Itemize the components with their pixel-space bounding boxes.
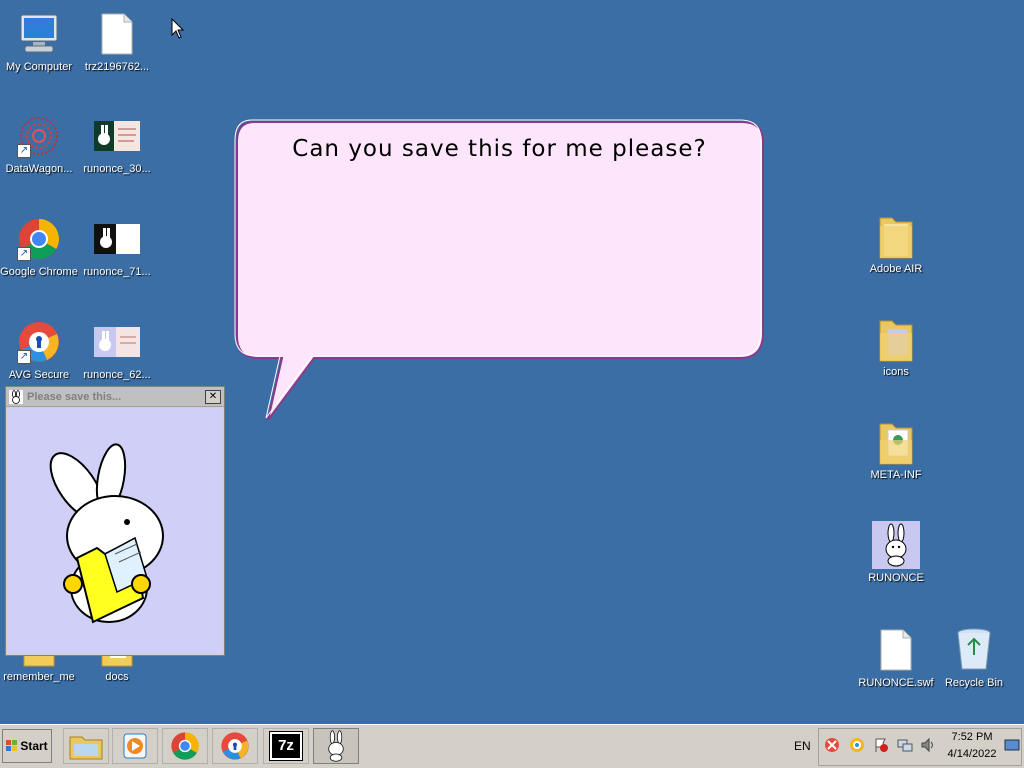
desktop-icon-label: DataWagon... [5,163,73,175]
chrome-icon: ↗ [15,215,63,263]
desktop-icon-label: icons [883,366,909,378]
desktop-icon-runonce-30[interactable]: runonce_30... [78,112,156,176]
recycle-bin-icon [950,626,998,674]
speech-bubble: Can you save this for me please? [232,118,767,428]
7zip-icon: 7z [269,731,303,761]
folder-icon [872,212,920,260]
desktop-icon-runonce-62[interactable]: runonce_62... [78,318,156,382]
taskbar-7zip[interactable]: 7z [263,728,309,764]
desktop-icon-adobe-air[interactable]: Adobe AIR [857,212,935,276]
window-content [7,408,223,654]
folder-icon [872,418,920,466]
desktop-icon-label: Adobe AIR [869,263,923,275]
volume-icon[interactable] [920,737,936,753]
desktop-icon-label: runonce_30... [83,163,151,175]
avg-tray-icon[interactable] [824,737,840,753]
desktop-icon-label: docs [105,671,129,683]
folder-icon [872,315,920,363]
desktop-icon-runonce-swf[interactable]: RUNONCE.swf [857,626,935,690]
window-titlebar[interactable]: Please save this... ✕ [6,387,224,407]
desktop-icon-icons-folder[interactable]: icons [857,315,935,379]
close-button[interactable]: ✕ [205,389,221,404]
bunny-app-icon [328,730,344,762]
desktop-icon-avg-secure[interactable]: ↗ AVG Secure [0,318,78,382]
window-title: Please save this... [27,390,122,403]
speech-bubble-text: Can you save this for me please? [292,136,707,162]
start-label: Start [20,739,48,753]
taskbar: Start 7z EN 7:52 PM 4/14/2022 [0,724,1024,768]
network-icon[interactable] [897,737,913,753]
desktop-icon-datawagon[interactable]: ↗ DataWagon... [0,112,78,176]
shortcut-arrow-icon: ↗ [17,350,31,364]
desktop-icon-google-chrome[interactable]: ↗ Google Chrome [0,215,78,279]
desktop-icon-label: runonce_62... [83,369,151,381]
show-desktop-icon[interactable] [1004,737,1020,753]
action-center-flag-icon[interactable] [873,737,889,753]
datawagon-icon: ↗ [15,112,63,160]
7zip-icon-label: 7z [278,737,294,754]
media-player-icon [123,733,147,759]
shortcut-arrow-icon: ↗ [17,144,31,158]
bunny-holding-folder-illustration [49,443,164,624]
clock-date[interactable]: 4/14/2022 [940,748,1004,760]
start-button[interactable]: Start [2,729,52,763]
image-thumb-icon [93,215,141,263]
desktop-icon-label: META-INF [870,469,922,481]
taskbar-avg-secure[interactable] [212,728,258,764]
language-indicator[interactable]: EN [794,739,811,753]
desktop-icon-label: AVG Secure [8,369,70,381]
file-explorer-icon [69,736,103,760]
avg-icon [221,732,249,760]
taskbar-media-player[interactable] [112,728,158,764]
avg-icon: ↗ [15,318,63,366]
windows-flag-icon [6,740,18,751]
desktop-icon-label: RUNONCE [868,572,924,584]
file-icon [93,10,141,58]
runonce-window[interactable]: Please save this... ✕ [5,386,225,656]
shortcut-arrow-icon: ↗ [17,247,31,261]
desktop-icon-label: trz2196762... [84,61,150,73]
clock-time[interactable]: 7:52 PM [940,731,1004,743]
taskbar-chrome[interactable] [162,728,208,764]
desktop-icon-my-computer[interactable]: My Computer [0,10,78,74]
mouse-cursor-icon [171,18,185,39]
bunny-app-icon [872,521,920,569]
chrome-icon [171,732,199,760]
speech-bubble-shape [234,119,764,421]
desktop-icon-meta-inf[interactable]: META-INF [857,418,935,482]
taskbar-file-explorer[interactable] [63,728,109,764]
desktop-icon-runonce-71[interactable]: runonce_71... [78,215,156,279]
desktop-icon-label: Recycle Bin [944,677,1004,689]
bunny-app-icon [9,389,23,404]
avg-secure-tray-icon[interactable] [849,737,865,753]
desktop-icon-trz-file[interactable]: trz2196762... [78,10,156,74]
taskbar-runonce[interactable] [313,728,359,764]
image-thumb-icon [93,112,141,160]
desktop-icon-label: runonce_71... [83,266,151,278]
desktop-icon-label: remember_me [3,671,75,683]
computer-icon [15,10,63,58]
desktop-icon-label: My Computer [5,61,73,73]
image-thumb-icon [93,318,141,366]
desktop-icon-label: Google Chrome [0,266,78,278]
desktop-icon-label: RUNONCE.swf [858,677,934,689]
desktop-icon-recycle-bin[interactable]: Recycle Bin [935,626,1013,690]
desktop-icon-runonce-app[interactable]: RUNONCE [857,521,935,585]
file-icon [872,626,920,674]
